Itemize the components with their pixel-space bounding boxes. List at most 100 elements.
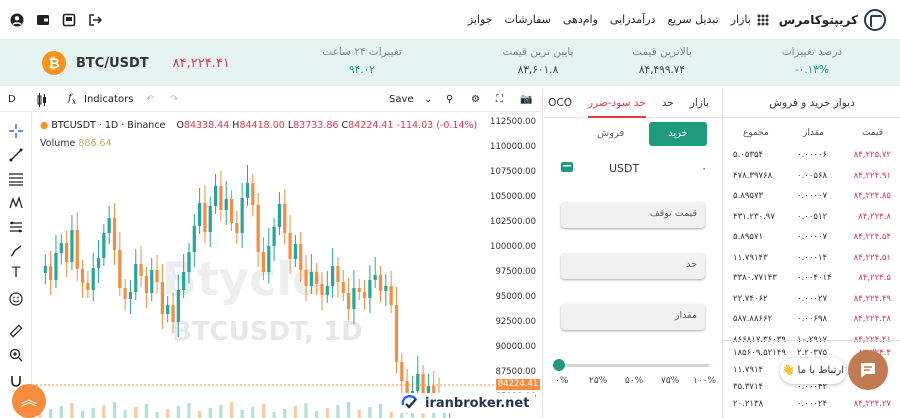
candle-body (203, 203, 207, 232)
quick-search-icon[interactable]: ⚲ (446, 94, 453, 105)
wallet-amount: ۰ (701, 162, 707, 175)
candle-body (357, 288, 361, 292)
percent-25[interactable]: ۲۵% (589, 376, 607, 386)
logout-icon[interactable] (88, 13, 102, 27)
percent-0[interactable]: ۰% (555, 376, 568, 386)
double-chevron-up-icon: ︽ (20, 390, 37, 409)
trend-line-icon[interactable] (9, 148, 23, 162)
wave-hand-icon: 👋 (782, 365, 795, 376)
candle-body (144, 276, 149, 293)
brush-icon[interactable] (9, 244, 23, 258)
zoom-in-icon[interactable] (9, 348, 23, 362)
last-price: ۸۴,۲۲۴.۴۱ (172, 55, 230, 71)
order-book-row[interactable]: ۸۴,۲۲۴.۹۱ ۰.۰۰۵۶۸ ۴۷۸.۳۹۷۶۸ (723, 167, 900, 187)
crosshair-icon[interactable] (9, 124, 23, 138)
percent-50[interactable]: ۵۰% (625, 376, 643, 386)
price-chart[interactable]: Btyclo BTCUSDT, 1D ● BTCUSDT · 1D · Bina… (32, 112, 540, 418)
candle-body (325, 286, 329, 295)
nav-item-lending[interactable]: وام‌دهی (563, 13, 598, 26)
symbol-label: BTCUSDT · 1D · Binance (51, 120, 166, 131)
nav-item-market[interactable]: بازار (731, 13, 751, 26)
order-book-row[interactable]: ۸۴,۲۲۵.۷۲ ۰.۰۰۰۰۶ ۵.۰۵۳۵۴ (723, 146, 900, 166)
volume-bar (123, 410, 127, 418)
candle-body (65, 243, 69, 262)
price-tick-label: 100000.00 (490, 242, 536, 252)
ruler-icon[interactable] (9, 324, 23, 338)
volume-bar (272, 412, 276, 418)
amount-field[interactable]: مقدار (561, 304, 705, 330)
percent-100[interactable]: ۱۰۰% (693, 376, 716, 386)
gear-icon[interactable]: ⚙ (471, 94, 480, 105)
nav-item-orders[interactable]: سفارشات (504, 13, 550, 26)
volume-bar (240, 410, 244, 418)
candle-body (304, 270, 308, 286)
redo-icon[interactable]: ↷ (170, 94, 178, 105)
candle-body (320, 284, 324, 295)
candle-type-icon[interactable] (36, 93, 48, 107)
candle-body (75, 230, 79, 269)
nav-item-earn[interactable]: درآمدزایی (610, 13, 656, 26)
order-book-row[interactable]: ۸۴,۲۲۴.۵ ۰.۰۰۴۰۱۴ ۳۳۸۰.۷۷۱۴۳ (723, 269, 900, 289)
stat-high-price: بالاترین قیمت ۸۴,۴۹۹.۷۴ (632, 46, 692, 76)
order-book-row[interactable]: ۸۴,۲۲۴.۸ ۰.۰۰۵۱۲ ۴۳۱.۲۳۰.۹۷ (723, 208, 900, 228)
percent-75[interactable]: ۷۵% (661, 376, 679, 386)
order-book-row[interactable]: ۸۴,۲۲۴.۲۷ ۰.۰۰۰۲۴ ۲۰.۲۱۳۸ (723, 395, 900, 415)
chevron-down-icon[interactable]: ⌄ (424, 94, 432, 105)
indicators-button[interactable]: Indicators (84, 94, 133, 105)
volume-bar (198, 411, 202, 418)
price-tick-label: 105000.00 (490, 192, 536, 202)
candle-body (80, 269, 85, 283)
tab-stop-limit[interactable]: حد سود-ضرر (587, 97, 646, 118)
limit-price-field[interactable]: حد (561, 253, 705, 279)
pattern-icon[interactable] (9, 196, 23, 210)
candle-body (309, 272, 313, 286)
interval-button[interactable]: D (8, 94, 16, 105)
chart-toolbar: D fx Indicators ↶ ↷ Save ⌄ ⚲ ⚙ ⛶ 📷 (0, 88, 540, 112)
fib-retracement-icon[interactable] (9, 172, 23, 186)
fullscreen-icon[interactable]: ⛶ (496, 94, 503, 105)
buy-tab[interactable]: خرید (649, 122, 707, 146)
save-button[interactable]: Save (389, 94, 414, 105)
candle-body (155, 270, 159, 282)
order-book-row[interactable]: ۸۴,۲۲۴.۵۱ ۰.۰۰۰۱۴ ۱۱.۷۹۱۴۳ (723, 249, 900, 269)
user-icon[interactable] (10, 13, 24, 27)
candle-body (256, 205, 260, 252)
emoji-icon[interactable] (9, 292, 23, 306)
candle-body (331, 266, 335, 286)
nav-item-quick-convert[interactable]: تبدیل سریع (667, 13, 718, 26)
order-book-row[interactable]: ۸۴,۲۲۴.۸۵ ۰.۰۰۰۰۷ ۵.۸۹۵۷۳ (723, 187, 900, 207)
camera-icon[interactable]: 📷 (520, 94, 532, 105)
tab-limit[interactable]: حد (662, 97, 674, 109)
apps-grid-icon[interactable] (756, 13, 769, 26)
candle-body (187, 252, 191, 272)
candle-body (139, 264, 143, 276)
scroll-top-button[interactable]: ︽ (12, 384, 46, 418)
undo-icon[interactable]: ↶ (146, 94, 154, 105)
order-book-row[interactable]: ۸۴,۲۲۴.۵۴ ۰.۰۰۰۰۷ ۵.۸۹۵۷۱ (723, 228, 900, 248)
slider-handle[interactable] (553, 359, 565, 371)
order-total: ۱۸۵۶۰۹.۵۲۱۴۹ (733, 348, 786, 358)
volume-bar (80, 411, 85, 418)
candle-body (240, 198, 244, 233)
order-book-row[interactable]: ۸۴,۲۲۴.۴۸ ۰.۰۰۶۹۸ ۵۸۷.۸۸۶۶۲ (723, 310, 900, 330)
nav-item-rewards[interactable]: جوایز (468, 13, 493, 26)
notification-icon[interactable] (62, 13, 76, 27)
text-tool-icon[interactable]: T (9, 266, 23, 280)
stop-price-field[interactable]: قیمت توقف (561, 202, 705, 228)
price-tick-label: 102500.00 (490, 217, 536, 227)
price-tick-label: 97500.00 (495, 267, 536, 277)
wallet-icon[interactable] (36, 13, 50, 27)
tab-oco[interactable]: OCO (548, 97, 572, 109)
projection-icon[interactable] (9, 220, 23, 234)
brand-logo[interactable]: کریپتوکامرس (779, 8, 886, 31)
chat-button[interactable] (848, 350, 888, 390)
volume-bar (208, 408, 212, 418)
order-book-row[interactable]: ۸۴,۲۲۴.۴۹ ۰.۰۰۰۲۷ ۲۲.۷۴۰۶۲ (723, 290, 900, 310)
tab-market[interactable]: بازار (690, 97, 709, 109)
amount-slider[interactable] (553, 359, 709, 371)
price-axis[interactable]: 112500.00 110000.00 107500.00 105000.00 1025… (490, 112, 540, 418)
volume-bar (102, 405, 106, 418)
contact-us-button[interactable]: ارتباط با ما 👋 (780, 358, 846, 384)
sell-tab[interactable]: فروش (597, 128, 624, 139)
bitcoin-icon: ₿ (42, 51, 66, 75)
